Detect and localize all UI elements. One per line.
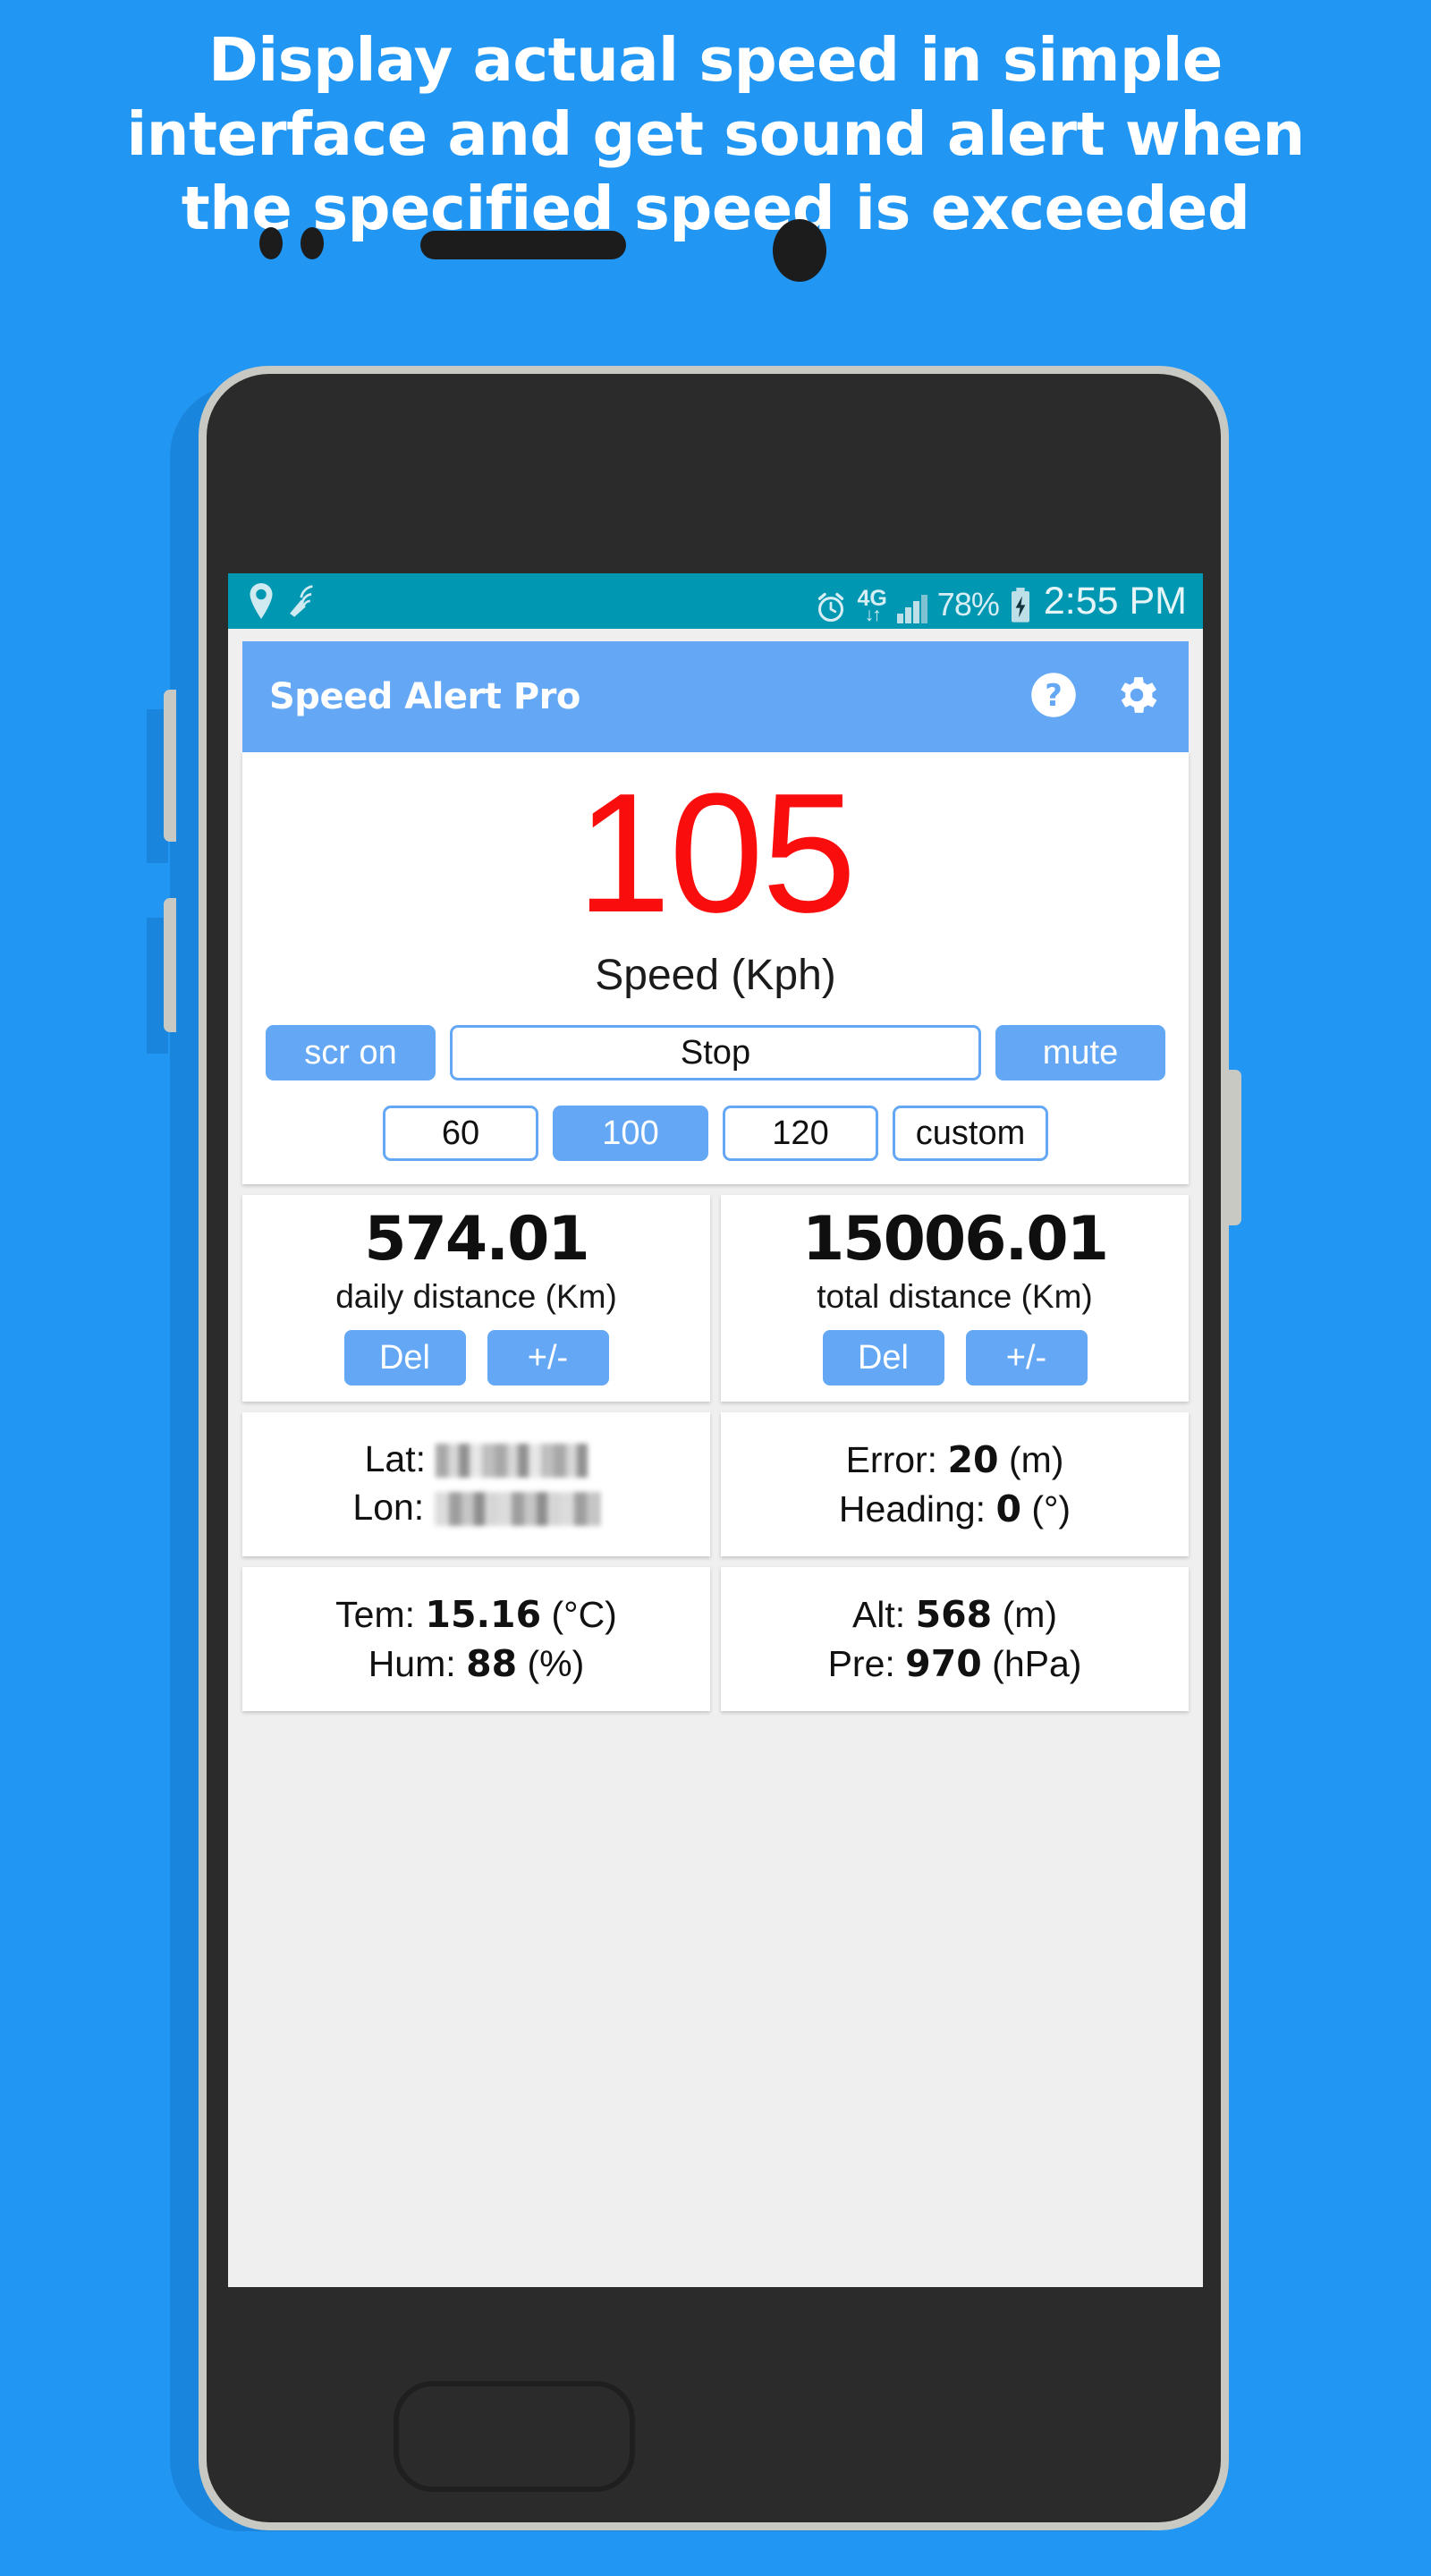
heading-line: Heading: 0 (°) [721,1487,1189,1530]
app-content: Speed Alert Pro ? 105 Speed (Kph) scr on… [228,629,1203,1712]
control-row-speed-limits: 60 100 120 custom [242,1106,1189,1161]
gps-satellite-icon [287,584,318,618]
longitude-label: Lon: [352,1487,425,1529]
total-distance-card: 15006.01 total distance (Km) Del +/- [721,1195,1189,1402]
pressure-value: 970 [905,1642,982,1686]
altitude-label: Alt: [851,1594,906,1636]
pressure-unit: (hPa) [992,1643,1082,1685]
control-row-primary: scr on Stop mute [242,1025,1189,1080]
svg-text:?: ? [1045,677,1063,712]
accuracy-card: Error: 20 (m) Heading: 0 (°) [721,1412,1189,1557]
total-distance-value: 15006.01 [801,1204,1109,1275]
total-distance-plusminus-button[interactable]: +/- [965,1330,1088,1386]
temperature-value: 15.16 [425,1593,542,1637]
speed-card: 105 Speed (Kph) scr on Stop mute 60 100 … [242,752,1189,1184]
altitude-unit: (m) [1002,1594,1058,1636]
longitude-line: Lon: [242,1487,710,1529]
network-type-indicator: 4G ↓↑ [857,588,886,626]
battery-charging-icon [1009,587,1032,623]
heading-value: 0 [995,1487,1021,1531]
app-bar-actions: ? [1029,670,1162,724]
promo-line-1: Display actual speed in simple [208,25,1223,95]
gear-icon[interactable] [1112,670,1162,724]
altitude-pressure-card: Alt: 568 (m) Pre: 970 (hPa) [721,1567,1189,1712]
heading-label: Heading: [838,1488,986,1530]
status-bar-left [248,583,318,619]
error-label: Error: [845,1439,938,1481]
daily-distance-plusminus-button[interactable]: +/- [487,1330,609,1386]
help-circle-icon[interactable]: ? [1029,671,1078,724]
humidity-label: Hum: [368,1643,456,1685]
data-transfer-arrows-icon: ↓↑ [864,605,882,626]
daily-distance-label: daily distance (Km) [335,1278,617,1316]
error-value: 20 [947,1438,999,1482]
mute-button[interactable]: mute [995,1025,1165,1080]
gps-row: Lat: Lon: Error: 20 (m) Heading: 0 (°) [242,1412,1189,1557]
temperature-line: Tem: 15.16 (°C) [242,1593,710,1636]
speed-unit-label: Speed (Kph) [595,952,836,999]
daily-distance-actions: Del +/- [242,1330,710,1386]
light-sensor-icon [301,227,324,259]
latitude-label: Lat: [364,1438,426,1480]
pressure-line: Pre: 970 (hPa) [721,1642,1189,1685]
daily-distance-card: 574.01 daily distance (Km) Del +/- [242,1195,710,1402]
promo-line-2: interface and get sound alert when [126,99,1305,169]
signal-bars-icon [896,594,927,623]
volume-up-button[interactable] [164,690,176,842]
power-button[interactable] [1229,1070,1241,1225]
temperature-unit: (°C) [551,1594,617,1636]
heading-unit: (°) [1031,1488,1071,1530]
total-distance-actions: Del +/- [721,1330,1189,1386]
location-icon [248,583,275,619]
distance-row: 574.01 daily distance (Km) Del +/- 15006… [242,1195,1189,1402]
limit-60-button[interactable]: 60 [383,1106,538,1161]
longitude-value-redacted [434,1492,600,1527]
status-bar-clock: 2:55 PM [1043,579,1187,623]
altitude-value: 568 [915,1593,993,1637]
limit-100-button[interactable]: 100 [553,1106,708,1161]
front-camera-icon [773,219,826,282]
alarm-icon [815,591,847,623]
screen-on-button[interactable]: scr on [266,1025,436,1080]
app-bar: Speed Alert Pro ? [242,641,1189,752]
proximity-sensor-icon [259,227,283,259]
app-title: Speed Alert Pro [269,676,580,717]
home-button[interactable] [394,2381,635,2492]
error-line: Error: 20 (m) [721,1438,1189,1481]
status-bar-right: 4G ↓↑ 78% 2:55 PM [815,579,1187,626]
latitude-value-redacted [436,1444,588,1479]
altitude-line: Alt: 568 (m) [721,1593,1189,1636]
environment-row: Tem: 15.16 (°C) Hum: 88 (%) Alt: 568 (m)… [242,1567,1189,1712]
daily-distance-value: 574.01 [364,1204,589,1275]
pressure-label: Pre: [827,1643,895,1685]
phone-screen: 4G ↓↑ 78% 2:55 PM Speed Alert Pro ? 105 … [228,573,1203,2287]
battery-percent-label: 78% [936,585,1000,623]
error-unit: (m) [1008,1439,1064,1481]
promo-headline: Display actual speed in simple interface… [0,30,1431,253]
humidity-line: Hum: 88 (%) [242,1642,710,1685]
total-distance-delete-button[interactable]: Del [822,1330,944,1386]
promo-line-3: the specified speed is exceeded [181,174,1250,243]
daily-distance-delete-button[interactable]: Del [343,1330,466,1386]
humidity-unit: (%) [527,1643,585,1685]
temperature-label: Tem: [335,1594,416,1636]
status-bar: 4G ↓↑ 78% 2:55 PM [228,573,1203,629]
speed-value: 105 [576,758,856,948]
total-distance-label: total distance (Km) [817,1278,1093,1316]
weather-card: Tem: 15.16 (°C) Hum: 88 (%) [242,1567,710,1712]
humidity-value: 88 [466,1642,518,1686]
earpiece-speaker-icon [420,231,626,259]
stop-button[interactable]: Stop [450,1025,981,1080]
limit-120-button[interactable]: 120 [723,1106,878,1161]
latitude-line: Lat: [242,1438,710,1480]
limit-custom-button[interactable]: custom [893,1106,1048,1161]
volume-down-button[interactable] [164,898,176,1032]
coordinates-card: Lat: Lon: [242,1412,710,1557]
